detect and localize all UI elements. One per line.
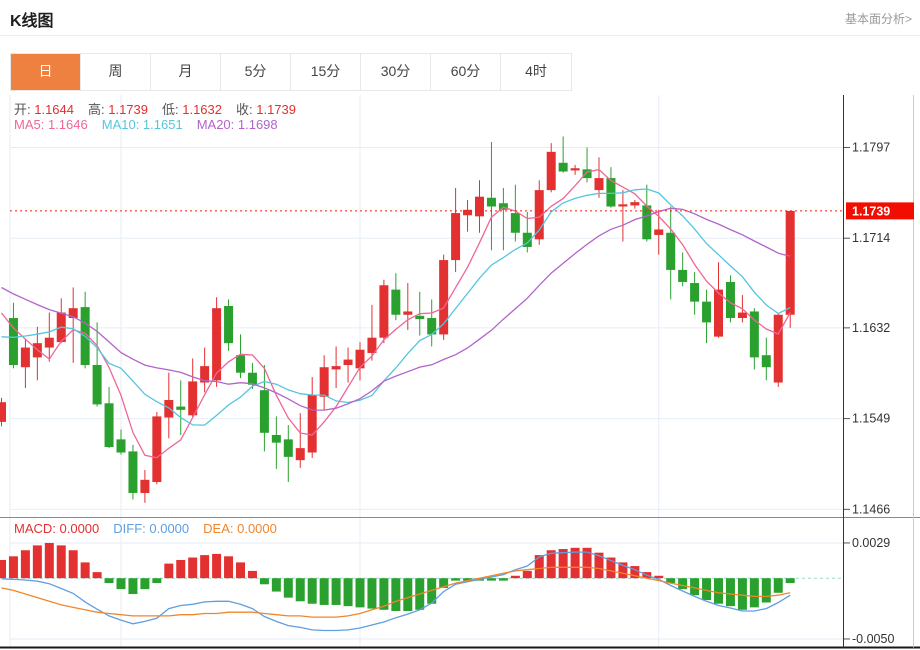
tab-60min[interactable]: 60分 <box>431 54 501 90</box>
svg-text:0.0029: 0.0029 <box>852 536 890 550</box>
kline-chart[interactable]: 1.1797 1.1714 1.1632 1.1549 1.1466 0.0029 -0.0… <box>0 95 920 650</box>
svg-text:-0.0050: -0.0050 <box>852 632 894 646</box>
period-tabs: 日周月5分15分30分60分4时 <box>10 53 572 91</box>
tab-month[interactable]: 月 <box>151 54 221 90</box>
tab-4hour[interactable]: 4时 <box>501 54 571 90</box>
tab-5min[interactable]: 5分 <box>221 54 291 90</box>
svg-text:1.1466: 1.1466 <box>852 502 890 516</box>
svg-text:1.1632: 1.1632 <box>852 321 890 335</box>
svg-text:1.1797: 1.1797 <box>852 140 890 154</box>
page-title: K线图 <box>10 7 54 31</box>
tab-week[interactable]: 周 <box>81 54 151 90</box>
candles-layer <box>0 137 795 503</box>
widget-header: K线图 基本面分析> <box>0 0 920 36</box>
svg-text:1.1549: 1.1549 <box>852 412 890 426</box>
tab-15min[interactable]: 15分 <box>291 54 361 90</box>
tab-30min[interactable]: 30分 <box>361 54 431 90</box>
tab-day[interactable]: 日 <box>11 54 81 90</box>
svg-text:1.1739: 1.1739 <box>852 204 890 218</box>
svg-text:1.1714: 1.1714 <box>852 231 890 245</box>
fundamental-analysis-link[interactable]: 基本面分析> <box>845 10 912 27</box>
grid-lines <box>10 95 843 648</box>
last-price-badge: 1.1739 <box>846 202 914 219</box>
